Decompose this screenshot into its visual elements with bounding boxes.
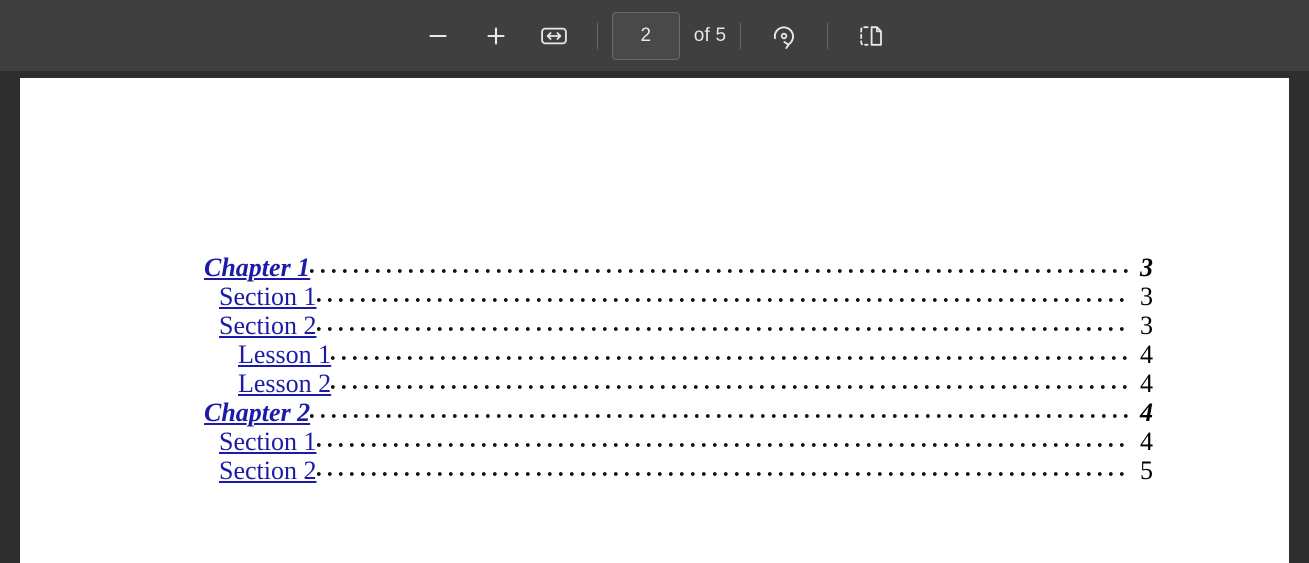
zoom-out-button[interactable]	[417, 15, 459, 57]
page-number-input[interactable]: 2	[611, 11, 680, 60]
rotate-clockwise-icon	[770, 22, 798, 50]
toc-entry[interactable]: Section 1 3	[183, 282, 1153, 311]
fit-to-width-button[interactable]	[533, 15, 575, 57]
toc-dot-leader	[316, 318, 1131, 340]
toc-entry[interactable]: Chapter 2 4	[183, 398, 1153, 427]
zoom-controls	[409, 0, 583, 71]
toc-entry-page-number: 4	[1140, 369, 1153, 398]
toc-dot-leader	[316, 463, 1131, 485]
view-controls	[755, 0, 900, 71]
rotate-button[interactable]	[763, 15, 805, 57]
table-of-contents: Chapter 1 3 Section 1 3 Section 2 3 Lesson 14L…	[183, 253, 1153, 485]
toc-entry[interactable]: Section 1 4	[183, 427, 1153, 456]
minus-icon	[426, 24, 450, 48]
toc-entry-page-number: 4	[1140, 427, 1153, 456]
toc-entry-page-number: 4	[1140, 340, 1153, 369]
toc-entry-link[interactable]: Section 2	[219, 456, 317, 485]
page-navigation: 2 of 5	[611, 0, 727, 71]
toc-dot-leader	[310, 260, 1131, 282]
toc-entry-link[interactable]: Section 1	[219, 282, 317, 311]
toc-entry[interactable]: Lesson 2 4	[183, 369, 1153, 398]
toc-entry[interactable]: Chapter 1 3	[183, 253, 1153, 282]
page-total-label: of 5	[693, 24, 727, 46]
toc-entry[interactable]: Section 2 5	[183, 456, 1153, 485]
toc-dot-leader	[310, 405, 1131, 427]
toc-dot-leader	[316, 289, 1131, 311]
toc-entry[interactable]: Section 2 3	[183, 311, 1153, 340]
fit-width-icon	[540, 26, 567, 46]
toc-entry-page-number: 3	[1140, 282, 1153, 311]
toc-entry-link[interactable]: Lesson 2	[238, 369, 331, 398]
toc-entry-link[interactable]: Section 2	[219, 311, 317, 340]
two-page-view-icon	[857, 23, 885, 49]
toc-entry[interactable]: Lesson 1 4	[183, 340, 1153, 369]
toolbar-divider	[827, 22, 829, 49]
toc-dot-leader	[331, 347, 1131, 369]
toc-entry-link[interactable]: Lesson 1	[238, 340, 331, 369]
toc-entry-page-number: 3	[1140, 311, 1153, 340]
plus-icon	[484, 24, 508, 48]
toc-entry-link[interactable]: Section 1	[219, 427, 317, 456]
toc-dot-leader	[316, 434, 1131, 456]
toc-dot-leader	[331, 376, 1131, 398]
toc-entry-page-number: 3	[1140, 253, 1153, 282]
toc-entry-page-number: 5	[1140, 456, 1153, 485]
two-page-view-button[interactable]	[850, 15, 892, 57]
toc-entry-page-number: 4	[1140, 398, 1153, 427]
toolbar-divider	[740, 22, 742, 49]
toc-entry-link[interactable]: Chapter 1	[204, 253, 310, 282]
zoom-in-button[interactable]	[475, 15, 517, 57]
pdf-toolbar: 2 of 5	[0, 0, 1309, 72]
pdf-viewer: 2 of 5 Chapter 1 3 Section 1 3 Section 2…	[0, 0, 1309, 563]
document-page: Chapter 1 3 Section 1 3 Section 2 3 Lesson 14L…	[20, 78, 1289, 563]
toolbar-divider	[596, 22, 598, 49]
toc-entry-link[interactable]: Chapter 2	[204, 398, 310, 427]
